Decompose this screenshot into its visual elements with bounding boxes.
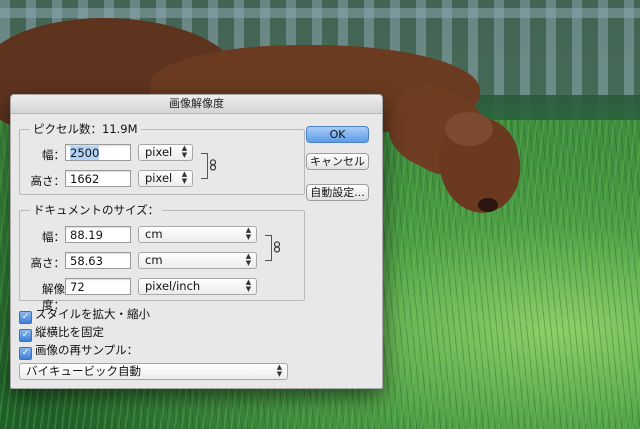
checkmark-icon: ✓ [19,347,32,360]
popup-arrows-icon: ▲ ▼ [181,144,188,159]
pixel-height-unit-select[interactable]: pixel ▲ ▼ [138,170,193,187]
document-size-legend: ドキュメントのサイズ： [30,202,163,218]
doc-width-value: 88.19 [70,228,103,242]
resolution-unit-value: pixel/inch [145,279,201,293]
dog-right-nose [478,198,498,212]
resample-method-select[interactable]: バイキュービック自動 ▲ ▼ [19,363,288,380]
resolution-value: 72 [70,280,85,294]
pixel-width-label: 幅： [42,148,65,162]
doc-height-unit-select[interactable]: cm ▲ ▼ [138,252,257,269]
popup-arrows-icon: ▲ ▼ [245,278,252,293]
dog-right-ear [445,112,493,146]
pixel-height-label: 高さ： [30,174,66,188]
doc-width-label: 幅： [42,230,65,244]
resample-label: 画像の再サンプル： [35,343,139,357]
pixel-width-input[interactable]: 2500 [65,144,131,161]
auto-settings-button[interactable]: 自動設定... [306,184,369,201]
doc-height-label: 高さ： [30,256,66,270]
doc-width-unit-select[interactable]: cm ▲ ▼ [138,226,257,243]
popup-arrows-icon: ▲ ▼ [245,226,252,241]
cancel-button[interactable]: キャンセル [306,153,369,170]
doc-height-unit-value: cm [145,253,163,267]
resolution-unit-select[interactable]: pixel/inch ▲ ▼ [138,278,257,295]
checkmark-icon: ✓ [19,311,32,324]
doc-height-input[interactable]: 58.63 [65,252,131,269]
doc-height-value: 58.63 [70,254,103,268]
doc-width-input[interactable]: 88.19 [65,226,131,243]
scale-styles-label: スタイルを拡大・縮小 [35,307,150,321]
dialog-title: 画像解像度 [11,95,382,114]
pixel-width-unit-select[interactable]: pixel ▲ ▼ [138,144,193,161]
pixel-width-value: 2500 [70,146,100,160]
pixel-height-value: 1662 [70,172,100,186]
popup-arrows-icon: ▲ ▼ [245,252,252,267]
ok-button[interactable]: OK [306,126,369,143]
doc-constrain-bracket [265,235,272,261]
constrain-proportions-checkbox[interactable]: ✓ 縦横比を固定 [19,326,104,342]
popup-arrows-icon: ▲ ▼ [181,170,188,185]
popup-arrows-icon: ▲ ▼ [276,363,283,378]
image-size-dialog: 画像解像度 ピクセル数：11.9M 幅： 2500 pixel ▲ ▼ 高さ： 1… [10,94,383,389]
pixel-dimensions-legend: ピクセル数：11.9M [30,121,141,137]
resolution-input[interactable]: 72 [65,278,131,295]
fence-rail [0,8,640,18]
resample-checkbox[interactable]: ✓ 画像の再サンプル： [19,344,138,360]
pixel-height-input[interactable]: 1662 [65,170,131,187]
constrain-bracket [201,153,208,179]
constrain-proportions-label: 縦横比を固定 [35,325,104,339]
pixel-width-unit-value: pixel [145,145,173,159]
resample-method-value: バイキュービック自動 [26,364,141,378]
scale-styles-checkbox[interactable]: ✓ スタイルを拡大・縮小 [19,308,150,324]
checkmark-icon: ✓ [19,329,32,342]
doc-width-unit-value: cm [145,227,163,241]
chain-link-icon [209,159,217,171]
chain-link-icon [273,241,281,253]
pixel-height-unit-value: pixel [145,171,173,185]
